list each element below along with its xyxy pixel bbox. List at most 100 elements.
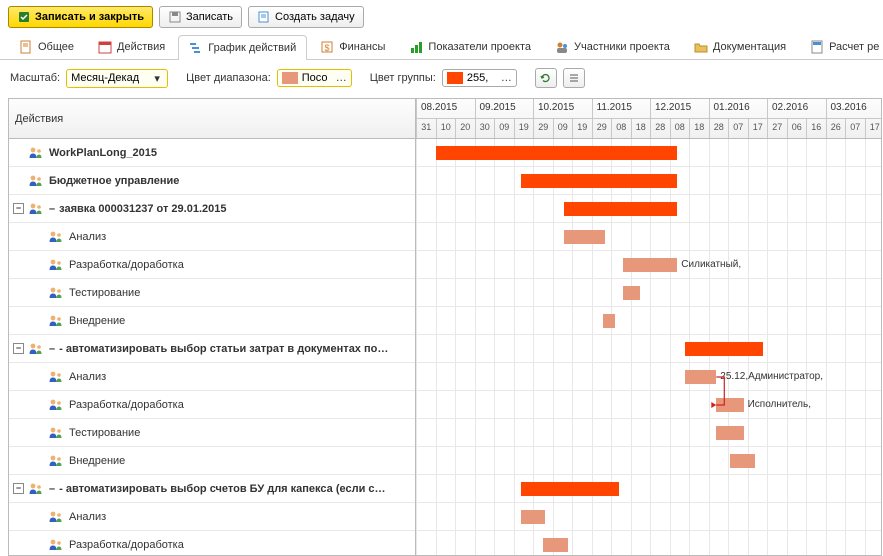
range-color-picker[interactable]: … xyxy=(277,69,352,87)
tab-label: Показатели проекта xyxy=(428,41,531,53)
expander-icon[interactable]: − xyxy=(13,203,24,214)
task-row[interactable]: Разработка/доработка xyxy=(9,531,415,555)
task-bar[interactable] xyxy=(730,454,755,468)
person-icon xyxy=(48,426,63,439)
task-row[interactable]: Разработка/доработка xyxy=(9,251,415,279)
dash: – xyxy=(49,343,55,355)
range-color-label: Цвет диапазона: xyxy=(186,72,271,84)
task-bar[interactable] xyxy=(623,286,641,300)
bar-row: Исполнитель, xyxy=(416,391,881,419)
save-button[interactable]: Записать xyxy=(159,6,242,28)
finance-icon: $ xyxy=(320,40,334,54)
task-name: Тестирование xyxy=(69,287,140,299)
person-icon xyxy=(28,482,43,495)
tab-2[interactable]: График действий xyxy=(178,35,307,60)
task-bar[interactable] xyxy=(564,230,605,244)
task-row[interactable]: Бюджетное управление xyxy=(9,167,415,195)
tab-1[interactable]: Действия xyxy=(87,34,176,59)
save-close-icon xyxy=(17,10,31,24)
expander-icon[interactable]: − xyxy=(13,343,24,354)
gantt-icon xyxy=(189,41,203,55)
task-bar[interactable] xyxy=(623,258,678,272)
day-header: 06 xyxy=(787,119,807,139)
day-header: 17 xyxy=(865,119,882,139)
group-bar[interactable] xyxy=(564,202,677,216)
create-task-label: Создать задачу xyxy=(275,11,355,23)
task-name: Анализ xyxy=(69,371,106,383)
group-bar[interactable] xyxy=(685,342,763,356)
task-name: Внедрение xyxy=(69,455,125,467)
group-color-input[interactable] xyxy=(467,72,497,84)
save-icon xyxy=(168,10,182,24)
expander-icon[interactable]: − xyxy=(13,483,24,494)
save-close-button[interactable]: Записать и закрыть xyxy=(8,6,153,28)
range-color-input[interactable] xyxy=(302,72,332,84)
list-view-button[interactable] xyxy=(563,68,585,88)
task-list-pane: Действия WorkPlanLong_2015Бюджетное упра… xyxy=(9,99,416,555)
day-header: 16 xyxy=(806,119,826,139)
task-row[interactable]: −–- автоматизировать выбор счетов БУ для… xyxy=(9,475,415,503)
tab-7[interactable]: Расчет ре xyxy=(799,34,883,59)
task-row[interactable]: Внедрение xyxy=(9,447,415,475)
day-header: 10 xyxy=(436,119,456,139)
scale-dropdown-icon[interactable]: ▾ xyxy=(151,72,163,85)
task-name: Анализ xyxy=(69,511,106,523)
tab-label: Документация xyxy=(713,41,786,53)
group-bar[interactable] xyxy=(436,146,678,160)
group-color-more[interactable]: … xyxy=(501,72,512,84)
scale-input[interactable] xyxy=(71,72,151,84)
tab-4[interactable]: Показатели проекта xyxy=(398,34,542,59)
task-bar[interactable] xyxy=(716,426,743,440)
scale-select[interactable]: ▾ xyxy=(66,69,168,88)
task-bar[interactable] xyxy=(685,370,716,384)
bars-area[interactable]: Силикатный,25.12,Администратор,Исполните… xyxy=(416,139,881,555)
person-icon xyxy=(48,510,63,523)
bar-row xyxy=(416,531,881,555)
month-header: 11.2015 xyxy=(592,99,651,119)
tab-label: График действий xyxy=(208,42,296,54)
tab-3[interactable]: $Финансы xyxy=(309,34,396,59)
timeline-pane: 08.201509.201510.201511.201512.201501.20… xyxy=(416,99,881,555)
create-task-button[interactable]: Создать задачу xyxy=(248,6,364,28)
task-bar[interactable] xyxy=(543,538,568,552)
task-name: Разработка/доработка xyxy=(69,399,184,411)
group-color-picker[interactable]: … xyxy=(442,69,517,87)
day-header: 07 xyxy=(845,119,865,139)
task-row[interactable]: Внедрение xyxy=(9,307,415,335)
task-row[interactable]: Анализ xyxy=(9,363,415,391)
task-name: Бюджетное управление xyxy=(49,175,179,187)
person-icon xyxy=(28,202,43,215)
bar-row xyxy=(416,503,881,531)
person-icon xyxy=(28,146,43,159)
tab-0[interactable]: Общее xyxy=(8,34,85,59)
group-bar[interactable] xyxy=(521,174,677,188)
task-name: Тестирование xyxy=(69,427,140,439)
doc-icon xyxy=(19,40,33,54)
main-toolbar: Записать и закрыть Записать Создать зада… xyxy=(0,0,883,34)
task-row[interactable]: Тестирование xyxy=(9,279,415,307)
bar-row xyxy=(416,279,881,307)
task-name: Разработка/доработка xyxy=(69,539,184,551)
bar-row xyxy=(416,447,881,475)
day-header: 29 xyxy=(533,119,553,139)
day-header: 20 xyxy=(455,119,475,139)
group-bar[interactable] xyxy=(521,482,619,496)
range-color-more[interactable]: … xyxy=(336,72,347,84)
task-row[interactable]: WorkPlanLong_2015 xyxy=(9,139,415,167)
task-bar[interactable] xyxy=(716,398,743,412)
task-row[interactable]: Разработка/доработка xyxy=(9,391,415,419)
tab-6[interactable]: Документация xyxy=(683,34,797,59)
task-row[interactable]: −–заявка 000031237 от 29.01.2015 xyxy=(9,195,415,223)
bar-label: Исполнитель, xyxy=(748,399,811,410)
task-row[interactable]: Анализ xyxy=(9,223,415,251)
task-row[interactable]: −–- автоматизировать выбор статьи затрат… xyxy=(9,335,415,363)
person-icon xyxy=(48,538,63,551)
refresh-button[interactable] xyxy=(535,68,557,88)
tab-5[interactable]: Участники проекта xyxy=(544,34,681,59)
day-header: 17 xyxy=(748,119,768,139)
task-bar[interactable] xyxy=(603,314,615,328)
task-bar[interactable] xyxy=(521,510,544,524)
month-header: 01.2016 xyxy=(709,99,768,119)
task-row[interactable]: Анализ xyxy=(9,503,415,531)
task-row[interactable]: Тестирование xyxy=(9,419,415,447)
